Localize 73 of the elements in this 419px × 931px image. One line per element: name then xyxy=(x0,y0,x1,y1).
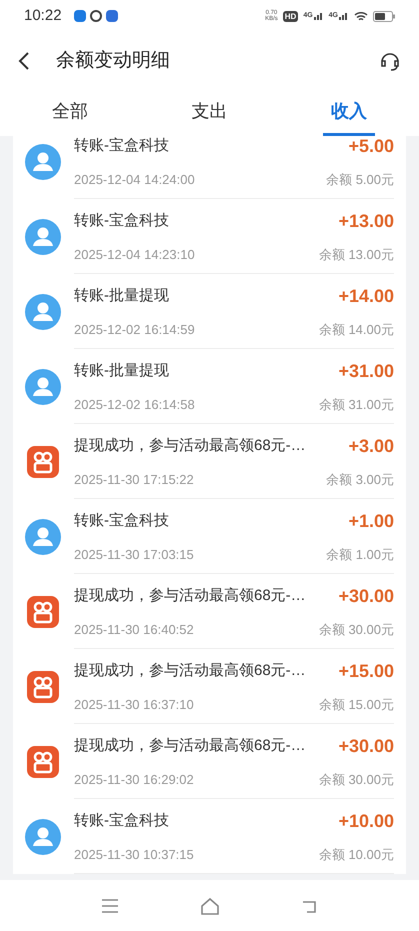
user-avatar-icon xyxy=(25,518,61,554)
transaction-time: 2025-11-30 17:15:22 xyxy=(74,470,194,489)
transaction-time: 2025-12-02 16:14:59 xyxy=(74,320,195,339)
back-icon xyxy=(18,51,30,71)
transaction-title: 提现成功，参与活动最高领68元-… xyxy=(74,586,306,606)
transaction-time: 2025-11-30 10:37:15 xyxy=(74,846,194,864)
app-logo-icon xyxy=(27,746,59,778)
signal-icon xyxy=(314,12,324,20)
transaction-amount: +13.00 xyxy=(338,210,394,233)
transaction-row[interactable]: 提现成功，参与活动最高领68元-… +15.00 2025-11-30 16:37:10 余额 15.00元 xyxy=(13,649,406,724)
transaction-amount: +30.00 xyxy=(338,584,394,608)
transaction-title: 转账-批量提现 xyxy=(74,286,169,306)
battery-icon xyxy=(373,10,395,22)
headset-icon xyxy=(379,50,401,72)
transaction-amount: +1.00 xyxy=(348,510,394,533)
hd-badge: HD xyxy=(282,10,298,22)
menu-icon[interactable] xyxy=(100,898,118,912)
transaction-title: 提现成功，参与活动最高领68元-… xyxy=(74,661,306,681)
transaction-amount: +14.00 xyxy=(338,284,394,308)
transaction-amount: +3.00 xyxy=(348,434,394,458)
user-avatar-icon xyxy=(25,368,61,404)
app-logo-icon xyxy=(27,446,59,478)
wifi-icon xyxy=(354,10,368,22)
transaction-amount: +10.00 xyxy=(338,810,394,833)
balance-text: 余额 5.00元 xyxy=(326,170,394,189)
transaction-time: 2025-12-02 16:14:58 xyxy=(74,396,195,414)
transaction-title: 提现成功，参与活动最高领68元-… xyxy=(74,436,306,456)
user-avatar-icon xyxy=(25,218,61,254)
user-avatar-icon xyxy=(25,294,61,330)
transaction-row[interactable]: 转账-宝盒科技 +1.00 2025-11-30 17:03:15 余额 1.00元 xyxy=(13,499,406,574)
transaction-row[interactable]: 提现成功，参与活动最高领68元-… +3.00 2025-11-30 17:15:22 余额 3.00元 xyxy=(13,424,406,499)
signal-icon xyxy=(339,12,349,20)
transaction-amount: +30.00 xyxy=(338,734,394,758)
transaction-row[interactable]: 转账-批量提现 +31.00 2025-12-02 16:14:58 余额 31.00元 xyxy=(13,349,406,424)
transaction-row[interactable]: 转账-宝盒科技 +5.00 2025-12-04 14:24:00 余额 5.00元 xyxy=(13,136,406,199)
transaction-time: 2025-12-04 14:24:00 xyxy=(74,170,195,189)
balance-text: 余额 13.00元 xyxy=(318,246,394,264)
status-time: 10:22 xyxy=(24,6,62,26)
balance-text: 余额 30.00元 xyxy=(318,620,394,639)
tab[interactable]: 全部 xyxy=(44,90,96,136)
balance-text: 余额 14.00元 xyxy=(318,320,394,339)
home-icon[interactable] xyxy=(200,896,220,914)
balance-text: 余额 31.00元 xyxy=(318,396,394,414)
transaction-title: 转账-宝盒科技 xyxy=(74,511,169,531)
transaction-title: 转账-宝盒科技 xyxy=(74,811,169,831)
user-avatar-icon xyxy=(25,818,61,854)
app-logo-icon xyxy=(27,596,59,628)
balance-text: 余额 15.00元 xyxy=(318,696,394,714)
transaction-time: 2025-11-30 17:03:15 xyxy=(74,546,194,564)
transaction-title: 转账-批量提现 xyxy=(74,361,169,381)
transaction-row[interactable]: 转账-宝盒科技 +13.00 2025-12-04 14:23:10 余额 13.00元 xyxy=(13,199,406,274)
balance-text: 余额 10.00元 xyxy=(318,846,394,864)
app-logo-icon xyxy=(27,670,59,702)
balance-text: 余额 3.00元 xyxy=(326,470,394,489)
transaction-time: 2025-11-30 16:29:02 xyxy=(74,770,194,789)
tab[interactable]: 支出 xyxy=(184,90,236,136)
user-avatar-icon xyxy=(25,144,61,180)
transaction-time: 2025-12-04 14:23:10 xyxy=(74,246,195,264)
transaction-amount: +5.00 xyxy=(348,136,394,158)
transaction-title: 转账-宝盒科技 xyxy=(74,136,169,156)
page-title: 余额变动明细 xyxy=(56,48,170,73)
transaction-title: 转账-宝盒科技 xyxy=(74,211,169,231)
transaction-title: 提现成功，参与活动最高领68元-… xyxy=(74,736,306,756)
transaction-amount: +15.00 xyxy=(338,660,394,683)
transaction-row[interactable]: 转账-批量提现 +14.00 2025-12-02 16:14:59 余额 14.00元 xyxy=(13,274,406,349)
balance-text: 余额 30.00元 xyxy=(318,770,394,789)
balance-text: 余额 1.00元 xyxy=(326,546,394,564)
transaction-row[interactable]: 转账-宝盒科技 +10.00 2025-11-30 10:37:15 余额 10.00元 xyxy=(13,799,406,874)
transaction-time: 2025-11-30 16:37:10 xyxy=(74,696,194,714)
transaction-time: 2025-11-30 16:40:52 xyxy=(74,620,194,639)
transaction-row[interactable]: 提现成功，参与活动最高领68元-… +30.00 2025-11-30 16:29:02 余额 30.00元 xyxy=(13,724,406,799)
transaction-amount: +31.00 xyxy=(338,360,394,383)
transaction-row[interactable]: 提现成功，参与活动最高领68元-… +30.00 2025-11-30 16:40:52 余额 30.00元 xyxy=(13,574,406,649)
